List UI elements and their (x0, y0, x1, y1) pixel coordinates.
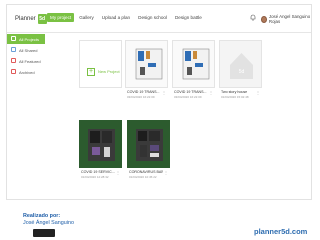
floor-plan-image (88, 129, 115, 161)
sidebar-item-label: All Shared (19, 47, 38, 53)
nav-my-project[interactable]: My project (47, 13, 75, 22)
share-icon (11, 47, 16, 52)
more-options-icon[interactable]: ⋮ (256, 90, 260, 95)
brand-name: Planner (15, 16, 36, 22)
house-placeholder-icon: 5d (230, 53, 253, 79)
project-date: 03/04/2020 16:22:09 (174, 95, 202, 99)
sidebar-item-archived[interactable]: Archived (7, 67, 45, 77)
more-options-icon[interactable]: ⋮ (162, 90, 166, 95)
project-thumbnail (125, 40, 168, 88)
more-options-icon[interactable]: ⋮ (116, 170, 120, 175)
floor-plan-image (136, 129, 163, 161)
site-url: planner5d.com (254, 227, 308, 236)
project-thumbnail (79, 120, 122, 168)
user-menu[interactable]: José Angel Sanguino Rojas (261, 14, 311, 24)
creative-commons-badge (33, 229, 55, 237)
nav-design-school[interactable]: Design school (135, 13, 170, 22)
project-card[interactable]: CORONAVIRUS BAÑO 01/04/2020 10:45:22 ⋮ (127, 120, 170, 182)
sidebar-item-label: Archived (19, 69, 35, 75)
main-nav: My project Gallery Upload a plan Design … (47, 13, 207, 22)
star-icon (11, 58, 16, 63)
sidebar-item-label: All Projects (19, 36, 40, 42)
new-project-label: New Project (98, 69, 120, 74)
project-title: CORONAVIRUS BAÑO (129, 170, 163, 174)
top-bar: Planner 5d My project Gallery Upload a p… (7, 5, 311, 33)
nav-design-battle[interactable]: Design battle (172, 13, 205, 22)
bell-icon[interactable] (250, 14, 256, 21)
floor-plan-image (182, 48, 210, 80)
nav-upload-plan[interactable]: Upload a plan (99, 13, 133, 22)
svg-text:5d: 5d (239, 69, 245, 75)
project-card[interactable]: COVID 19 TRANS... 03/04/2020 16:22:09 ⋮ (172, 40, 215, 102)
app-window: Planner 5d My project Gallery Upload a p… (6, 4, 312, 200)
new-project-card[interactable]: + New Project (79, 40, 122, 88)
project-title: Two story house (221, 90, 248, 94)
project-date: 01/04/2020 15:02:48 (221, 95, 249, 99)
project-title: COVID 19 SERVIC... (81, 170, 115, 174)
sidebar-item-label: All Featured (19, 58, 41, 64)
grid-icon (11, 36, 16, 41)
project-thumbnail (127, 120, 170, 168)
more-options-icon[interactable]: ⋮ (164, 170, 168, 175)
project-date: 01/04/2020 10:45:22 (129, 175, 157, 179)
user-name: José Angel Sanguino Rojas (268, 14, 311, 24)
brand-logo[interactable]: Planner 5d (15, 14, 47, 24)
sidebar: All Projects All Shared All Featured Arc… (7, 33, 45, 77)
project-card[interactable]: COVID 19 TRANS... 03/04/2020 16:22:09 ⋮ (125, 40, 168, 102)
plus-icon: + (87, 68, 95, 76)
project-date: 01/04/2020 12:28:32 (81, 175, 109, 179)
avatar (261, 15, 267, 23)
project-card[interactable]: COVID 19 SERVIC... 01/04/2020 12:28:32 ⋮ (79, 120, 122, 182)
more-options-icon[interactable]: ⋮ (209, 90, 213, 95)
project-thumbnail (172, 40, 215, 88)
project-title: COVID 19 TRANS... (174, 90, 207, 94)
credit-title: Realizado por: (23, 213, 61, 219)
sidebar-item-all-shared[interactable]: All Shared (7, 45, 45, 55)
nav-gallery[interactable]: Gallery (76, 13, 97, 22)
project-title: COVID 19 TRANS... (127, 90, 160, 94)
project-card[interactable]: 5d Two story house 01/04/2020 15:02:48 ⋮ (219, 40, 262, 102)
project-date: 03/04/2020 16:22:09 (127, 95, 155, 99)
floor-plan-image (135, 48, 163, 80)
trash-icon (11, 69, 16, 74)
credit-author: José Ángel Sanguino (23, 220, 74, 226)
brand-badge: 5d (37, 14, 47, 24)
sidebar-item-all-projects[interactable]: All Projects (7, 34, 45, 44)
project-thumbnail: 5d (219, 40, 262, 88)
sidebar-item-all-featured[interactable]: All Featured (7, 56, 45, 66)
